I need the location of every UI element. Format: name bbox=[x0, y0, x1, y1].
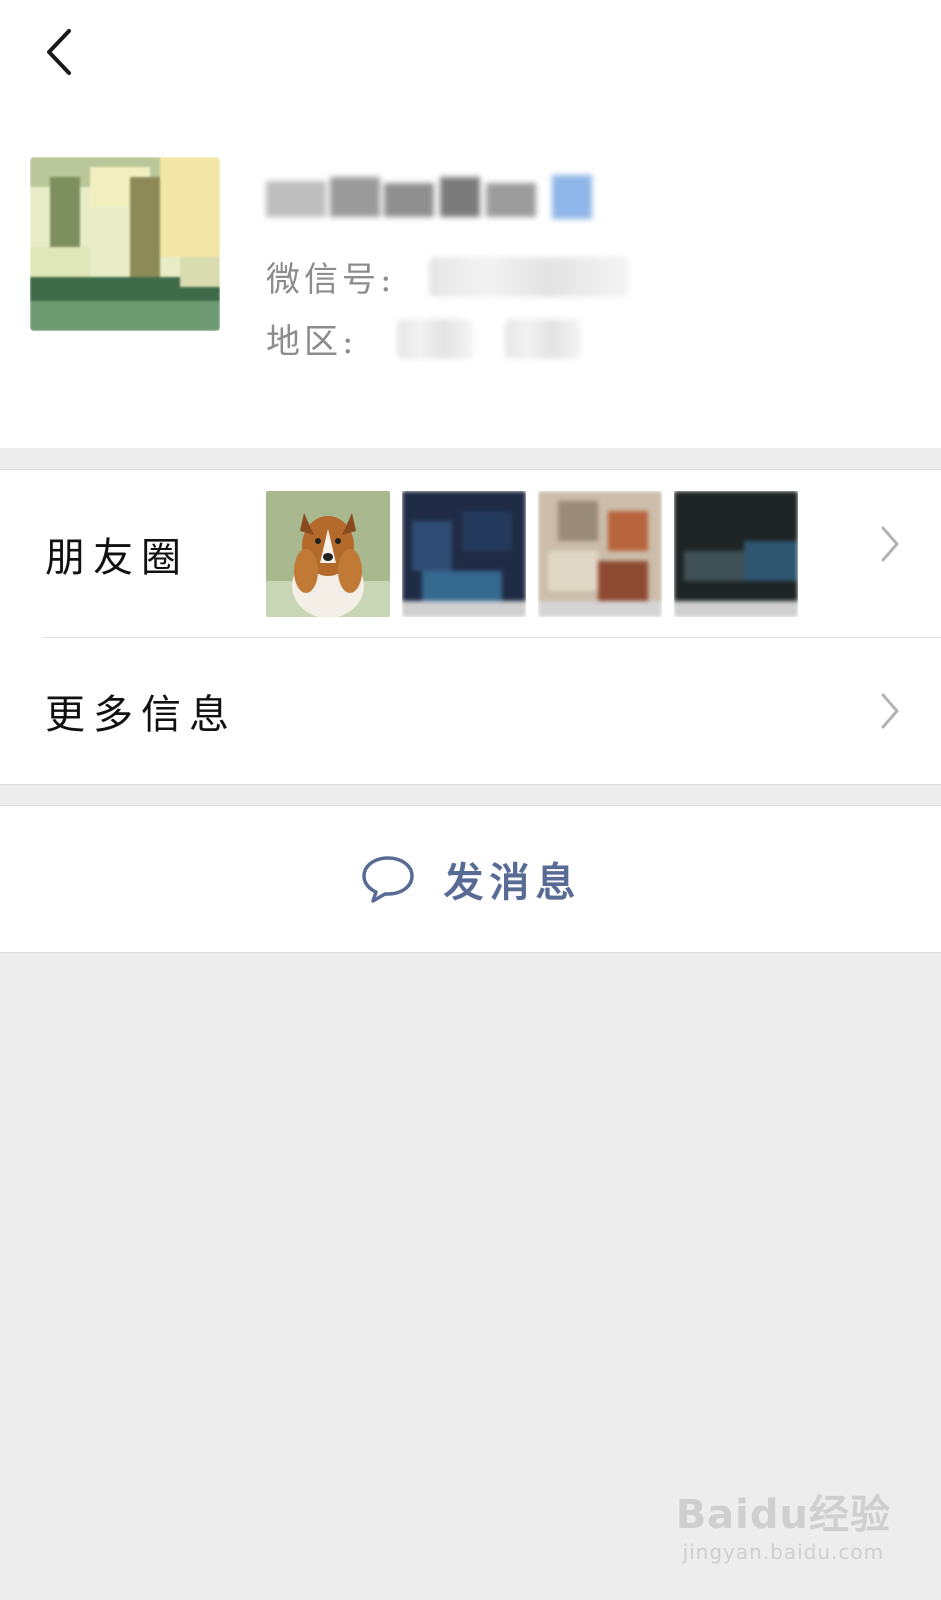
moments-photo-blurred-3 bbox=[674, 491, 798, 617]
avatar[interactable] bbox=[30, 157, 220, 331]
moments-label: 朋友圈 bbox=[45, 535, 189, 581]
more-info-row[interactable]: 更多信息 bbox=[0, 638, 941, 784]
watermark-url: jingyan.baidu.com bbox=[682, 1540, 885, 1564]
region-blurred-2 bbox=[505, 318, 582, 359]
watermark-brand: Baidu经验 bbox=[675, 1492, 891, 1538]
profile-header: 微信号: 地区: bbox=[0, 0, 941, 448]
wechat-id-blurred bbox=[429, 256, 630, 297]
send-message-label: 发消息 bbox=[443, 859, 582, 906]
moments-row[interactable]: 朋友圈 bbox=[0, 470, 941, 638]
baidu-watermark: Baidu经验 jingyan.baidu.com bbox=[676, 1482, 891, 1564]
back-button[interactable] bbox=[28, 22, 88, 82]
moments-photo-blurred-2 bbox=[538, 491, 662, 617]
divider bbox=[0, 952, 941, 953]
divider bbox=[0, 784, 941, 785]
moments-photo-blurred-1 bbox=[402, 491, 526, 617]
chevron-left-icon bbox=[47, 29, 71, 75]
moments-photo-dog bbox=[266, 491, 390, 617]
actions-section: 发消息 bbox=[0, 806, 941, 952]
wechat-id-label: 微信号: bbox=[266, 260, 396, 300]
chevron-right-icon bbox=[881, 526, 899, 562]
send-message-button[interactable]: 发消息 bbox=[0, 806, 941, 952]
chat-bubble-icon bbox=[361, 856, 414, 903]
nickname-blurred bbox=[266, 171, 616, 227]
more-info-label: 更多信息 bbox=[45, 692, 237, 738]
region-label: 地区: bbox=[266, 322, 358, 362]
region-blurred-1 bbox=[397, 318, 474, 359]
wechat-id-row: 微信号: bbox=[266, 252, 630, 301]
region-row: 地区: bbox=[266, 314, 582, 363]
chevron-right-icon bbox=[881, 693, 899, 729]
moments-thumbnails bbox=[266, 491, 798, 617]
profile-rows: 朋友圈 更多信息 bbox=[0, 470, 941, 784]
